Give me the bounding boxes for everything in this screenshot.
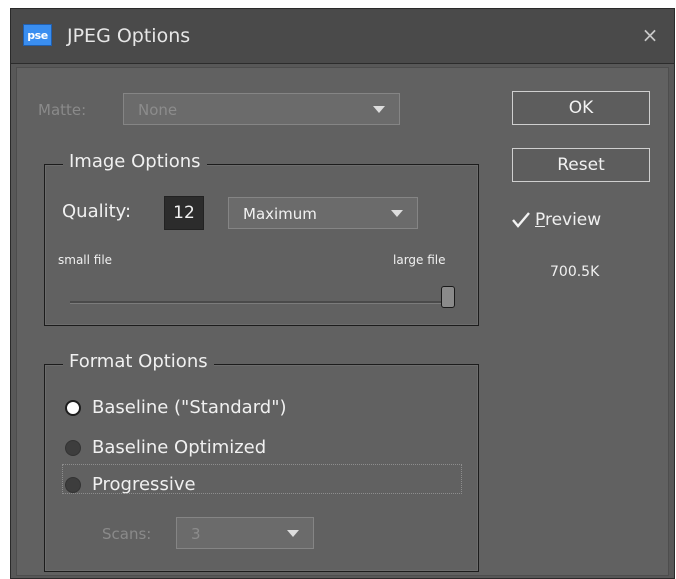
matte-dropdown[interactable]: None	[123, 93, 400, 125]
chevron-down-icon	[391, 210, 403, 217]
ok-button[interactable]: OK	[512, 91, 650, 125]
chevron-down-icon	[373, 106, 385, 113]
matte-value: None	[138, 101, 178, 119]
format-options-legend: Format Options	[63, 351, 214, 372]
dialog-content: Matte: None OK Reset Preview 700.5K Imag…	[16, 67, 669, 576]
large-file-label: large file	[393, 253, 446, 267]
checkmark-icon[interactable]	[511, 211, 531, 229]
scans-value: 3	[191, 525, 201, 543]
quality-label: Quality:	[62, 201, 132, 222]
format-radio-label-1[interactable]: Baseline ("Standard")	[92, 397, 287, 418]
title-bar[interactable]: pse JPEG Options ×	[11, 9, 674, 64]
image-options-legend: Image Options	[63, 151, 207, 172]
quality-slider-track[interactable]	[70, 301, 455, 304]
format-radio-label-2[interactable]: Baseline Optimized	[92, 437, 266, 458]
preview-mnemonic: P	[535, 210, 545, 230]
format-radio-2[interactable]	[65, 440, 81, 456]
chevron-down-icon	[287, 530, 299, 537]
scans-dropdown[interactable]: 3	[176, 517, 314, 549]
preview-label-rest: review	[544, 210, 602, 230]
small-file-label: small file	[58, 253, 113, 267]
quality-slider-thumb[interactable]	[441, 286, 455, 308]
quality-preset-dropdown[interactable]: Maximum	[228, 197, 418, 229]
preview-label[interactable]: Preview	[535, 210, 601, 230]
dialog-title: JPEG Options	[67, 25, 191, 47]
quality-input[interactable]: 12	[164, 196, 204, 230]
matte-label: Matte:	[38, 101, 87, 119]
jpeg-options-dialog: pse JPEG Options × Matte: None OK Reset …	[10, 8, 675, 579]
reset-button[interactable]: Reset	[512, 148, 650, 182]
close-icon[interactable]: ×	[638, 23, 662, 47]
quality-preset-value: Maximum	[243, 205, 317, 223]
file-size-readout: 700.5K	[550, 264, 600, 280]
focus-outline	[62, 464, 462, 494]
photoshop-elements-icon: pse	[23, 24, 52, 46]
scans-label: Scans:	[102, 525, 152, 543]
format-radio-1[interactable]	[65, 400, 81, 416]
